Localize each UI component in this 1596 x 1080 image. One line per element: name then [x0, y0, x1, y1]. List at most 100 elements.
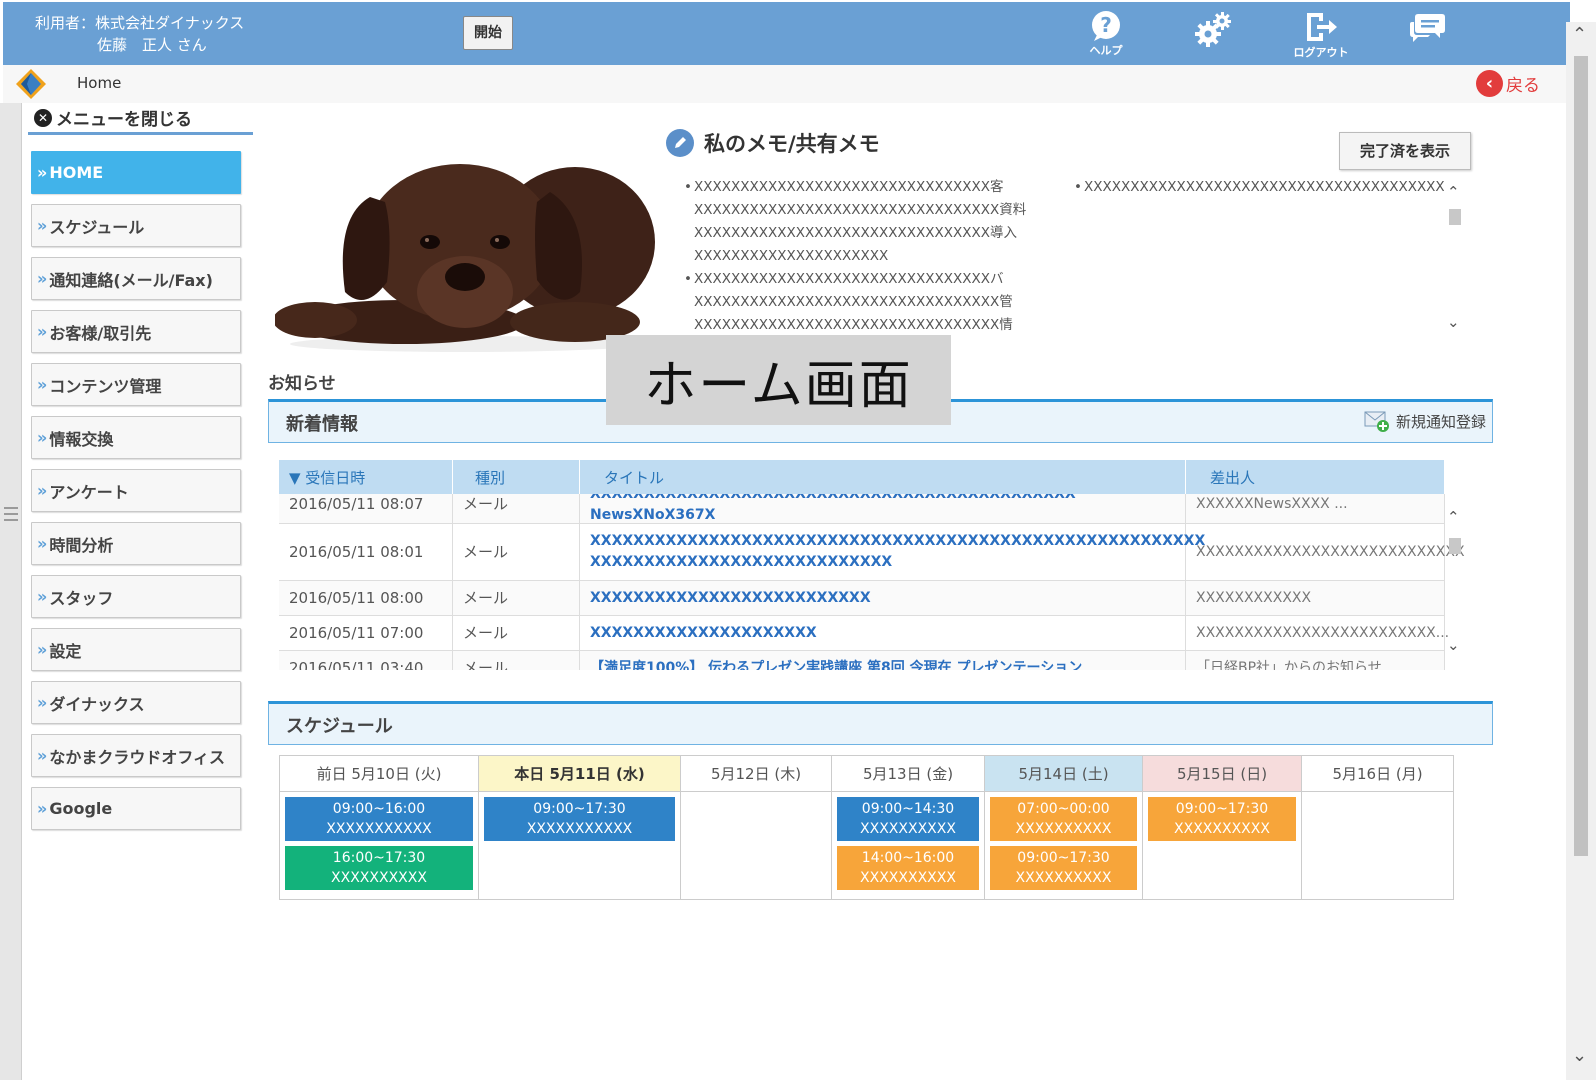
help-button[interactable]: ? ヘルプ [1076, 10, 1136, 60]
schedule-event[interactable]: 09:00~17:30 XXXXXXXXXXX [484, 797, 675, 841]
sidebar-item-label: Google [49, 799, 113, 818]
cell-title-link[interactable]: XXXXXXXXXXXXXXXXXXXXXXXXXXXXXXXXXXXXXXXX… [580, 524, 1205, 580]
news-table: 2016/05/11 08:07 メール XXXXXXXXXXXXXXXXXXX… [279, 460, 1466, 670]
schedule-event[interactable]: 14:00~16:00 XXXXXXXXXX [837, 846, 979, 890]
sidebar-item-customers[interactable]: » お客様/取引先 [31, 310, 241, 353]
schedule-panel-title: スケジュール [286, 716, 393, 737]
news-scrollbar[interactable]: ⌃ ⌄ [1445, 500, 1465, 670]
chevron-right-icon: » [37, 693, 48, 712]
table-row[interactable]: 2016/05/11 07:00 メール XXXXXXXXXXXXXXXXXXX… [279, 616, 1449, 651]
scroll-down-icon[interactable]: ⌄ [1572, 1045, 1587, 1066]
mail-add-icon [1364, 411, 1389, 432]
memo-list-private: XXXXXXXXXXXXXXXXXXXXXXXXXXXXXXXX客XXXXXXX… [684, 176, 1054, 346]
app-frame: 利用者：株式会社ダイナックス 佐藤 正人 さん 開始 ? ヘルプ ログアウト H… [0, 0, 1596, 1080]
event-time: 09:00~17:30 [1017, 850, 1110, 866]
memo-item[interactable]: XXXXXXXXXXXXXXXXXXXXXXXXXXXXXXXX客XXXXXXX… [684, 176, 1054, 268]
sidebar-item-settings[interactable]: » 設定 [31, 628, 241, 671]
cell-sender: XXXXXXXXXXXX [1186, 581, 1445, 615]
schedule-event[interactable]: 09:00~14:30 XXXXXXXXXX [837, 797, 979, 841]
chevron-right-icon: » [37, 163, 48, 182]
table-row[interactable]: 2016/05/11 03:40 メール 【満足度100%】 伝わるプレゼン実践… [279, 651, 1445, 670]
back-button[interactable]: ‹ 戻る [1476, 69, 1540, 97]
sidebar-item-label: スタッフ [49, 588, 114, 608]
day-column-sunday[interactable]: 5月15日 (日) 09:00~17:30 XXXXXXXXXX [1143, 756, 1302, 899]
schedule-event[interactable]: 16:00~17:30 XXXXXXXXXX [285, 846, 473, 890]
breadcrumb-home[interactable]: Home [77, 74, 121, 92]
show-completed-button[interactable]: 完了済を表示 [1339, 132, 1471, 170]
day-header[interactable]: 5月15日 (日) [1143, 756, 1301, 792]
schedule-event[interactable]: 07:00~00:00 XXXXXXXXXX [990, 797, 1137, 841]
sidebar-item-time-analysis[interactable]: » 時間分析 [31, 522, 241, 565]
sidebar-item-contents[interactable]: » コンテンツ管理 [31, 363, 241, 406]
chevron-down-icon[interactable]: ⌄ [1447, 313, 1460, 331]
day-header[interactable]: 5月12日 (木) [681, 756, 831, 792]
settings-button[interactable] [1183, 10, 1243, 60]
sidebar-item-label: アンケート [49, 482, 129, 502]
close-menu-button[interactable]: ✕ メニューを閉じる [28, 103, 253, 135]
column-header-title[interactable]: タイトル [580, 460, 1186, 494]
schedule-event[interactable]: 09:00~17:30 XXXXXXXXXX [1148, 797, 1296, 841]
sidebar-item-label: 時間分析 [49, 535, 114, 555]
sidebar-item-google[interactable]: » Google [31, 787, 241, 830]
sidebar-item-dynax[interactable]: » ダイナックス [31, 681, 241, 724]
cell-sender: 「日経BP社」からのお知らせ [1186, 651, 1445, 670]
schedule-event[interactable]: 09:00~17:30 XXXXXXXXXX [990, 846, 1137, 890]
handle-icon[interactable] [4, 507, 18, 525]
news-scroll-thumb[interactable] [1449, 538, 1461, 554]
message-button[interactable] [1398, 10, 1458, 60]
sidebar-item-survey[interactable]: » アンケート [31, 469, 241, 512]
back-arrow-icon: ‹ [1476, 69, 1503, 97]
day-header[interactable]: 本日 5月11日 (水) [479, 756, 680, 792]
memo-item[interactable]: XXXXXXXXXXXXXXXXXXXXXXXXXXXXXXXXXXXXXXXX… [1074, 176, 1444, 199]
day-column[interactable]: 5月13日 (金) 09:00~14:30 XXXXXXXXXX 14:00~16… [832, 756, 985, 899]
table-row[interactable]: 2016/05/11 08:00 メール XXXXXXXXXXXXXXXXXXX… [279, 581, 1445, 616]
user-info: 利用者：株式会社ダイナックス 佐藤 正人 さん [35, 12, 244, 56]
chevron-up-icon[interactable]: ⌃ [1447, 508, 1460, 526]
day-header[interactable]: 5月14日 (土) [985, 756, 1142, 792]
sidebar-item-staff[interactable]: » スタッフ [31, 575, 241, 618]
chevron-up-icon[interactable]: ⌃ [1447, 183, 1460, 201]
top-header: 利用者：株式会社ダイナックス 佐藤 正人 さん 開始 ? ヘルプ ログアウト [3, 2, 1570, 65]
sidebar-item-schedule[interactable]: » スケジュール [31, 204, 241, 247]
day-header[interactable]: 5月13日 (金) [832, 756, 984, 792]
day-column[interactable]: 5月16日 (月) [1302, 756, 1453, 899]
day-column-today[interactable]: 本日 5月11日 (水) 09:00~17:30 XXXXXXXXXXX [479, 756, 681, 899]
page-scrollbar[interactable]: ⌃ ⌄ [1566, 22, 1596, 1080]
table-row[interactable]: 2016/05/11 08:01 メール XXXXXXXXXXXXXXXXXXX… [279, 524, 1466, 581]
chevron-down-icon[interactable]: ⌄ [1447, 636, 1460, 654]
sidebar-item-home[interactable]: » HOME [31, 151, 241, 194]
cell-title-link[interactable]: XXXXXXXXXXXXXXXXXXXXX [580, 616, 1186, 650]
schedule-event[interactable]: 09:00~16:00 XXXXXXXXXXX [285, 797, 473, 841]
scroll-up-icon[interactable]: ⌃ [1572, 24, 1587, 45]
logo-icon[interactable] [15, 68, 47, 100]
day-header[interactable]: 前日 5月10日 (火) [280, 756, 478, 792]
sidebar-item-info-exchange[interactable]: » 情報交換 [31, 416, 241, 459]
new-notice-label: 新規通知登録 [1395, 412, 1486, 431]
chevron-right-icon: » [37, 428, 48, 447]
day-column-saturday[interactable]: 5月14日 (土) 07:00~00:00 XXXXXXXXXX 09:00~17… [985, 756, 1143, 899]
page-scroll-thumb[interactable] [1574, 56, 1588, 856]
memo-item[interactable]: XXXXXXXXXXXXXXXXXXXXXXXXXXXXXXXXバXXXXXXX… [684, 268, 1054, 337]
chevron-right-icon: » [37, 799, 48, 818]
memo-scrollbar[interactable]: ⌃ ⌄ [1444, 183, 1466, 341]
company-label: 利用者：株式会社ダイナックス [35, 14, 245, 32]
sidebar-item-label: 情報交換 [49, 429, 114, 449]
logout-button[interactable]: ログアウト [1291, 10, 1351, 60]
memo-scroll-thumb[interactable] [1449, 209, 1461, 225]
day-column[interactable]: 5月12日 (木) [681, 756, 832, 899]
memo-list-shared: XXXXXXXXXXXXXXXXXXXXXXXXXXXXXXXXXXXXXXXX… [1074, 176, 1444, 256]
sidebar-item-notifications[interactable]: » 通知連絡(メール/Fax) [31, 257, 241, 300]
day-column[interactable]: 前日 5月10日 (火) 09:00~16:00 XXXXXXXXXXX 16:0… [280, 756, 479, 899]
cell-title-link[interactable]: XXXXXXXXXXXXXXXXXXXXXXXXXX [580, 581, 1186, 615]
new-notice-button[interactable]: 新規通知登録 [1364, 410, 1486, 432]
memo-title: 私のメモ/共有メモ [666, 128, 880, 158]
sidebar-item-nakama-cloud[interactable]: » なかまクラウドオフィス [31, 734, 241, 777]
logout-label: ログアウト [1293, 46, 1349, 59]
cell-title-link[interactable]: 【満足度100%】 伝わるプレゼン実践講座 第8回 今現在 プレゼンテーション [580, 651, 1186, 670]
column-header-sender[interactable]: 差出人 [1186, 460, 1445, 494]
start-button[interactable]: 開始 [463, 16, 513, 50]
sidebar-toggle-rail[interactable] [0, 103, 22, 1080]
column-header-date[interactable]: ▼ 受信日時 [279, 460, 453, 494]
column-header-type[interactable]: 種別 [453, 460, 580, 494]
day-header[interactable]: 5月16日 (月) [1302, 756, 1453, 792]
